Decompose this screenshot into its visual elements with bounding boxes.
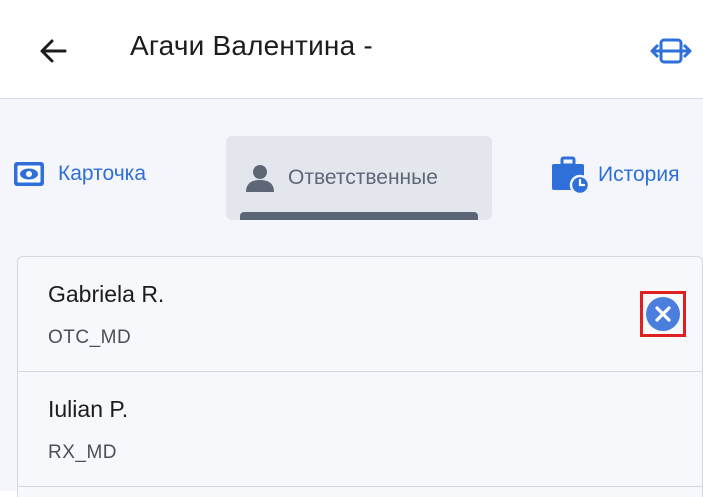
responsible-name: Iulian P. <box>48 396 129 422</box>
page-title: Агачи Валентина - <box>130 30 373 61</box>
person-icon <box>246 165 274 192</box>
tab-responsibles[interactable]: Ответственные <box>226 136 492 220</box>
briefcase-clock-icon <box>552 156 590 195</box>
tab-card[interactable]: Карточка <box>12 159 146 189</box>
tab-card-label: Карточка <box>58 162 146 185</box>
active-tab-indicator <box>240 212 478 220</box>
responsible-role: OTC_MD <box>48 327 132 348</box>
arrow-left-icon <box>40 39 67 63</box>
expand-button[interactable] <box>648 28 694 74</box>
list-item[interactable]: Iulian P. RX_MD <box>18 372 702 487</box>
close-circle-icon <box>646 297 680 331</box>
responsibles-list: Gabriela R. OTC_MD Iulian P. RX_MD <box>17 256 703 497</box>
list-item[interactable]: Gabriela R. OTC_MD <box>18 257 702 372</box>
tab-responsibles-label: Ответственные <box>288 166 438 189</box>
expand-horizontal-icon <box>650 38 692 64</box>
back-button[interactable] <box>30 28 76 74</box>
responsible-role: RX_MD <box>48 442 118 463</box>
tab-history[interactable]: История <box>550 155 679 195</box>
eye-icon <box>14 162 44 186</box>
responsible-name: Gabriela R. <box>48 281 165 307</box>
remove-responsible-button[interactable] <box>640 291 686 337</box>
content-area: Карточка Ответственные История Gabriela … <box>0 99 703 497</box>
app-header: Агачи Валентина - <box>0 0 703 99</box>
tab-history-label: История <box>598 163 680 186</box>
